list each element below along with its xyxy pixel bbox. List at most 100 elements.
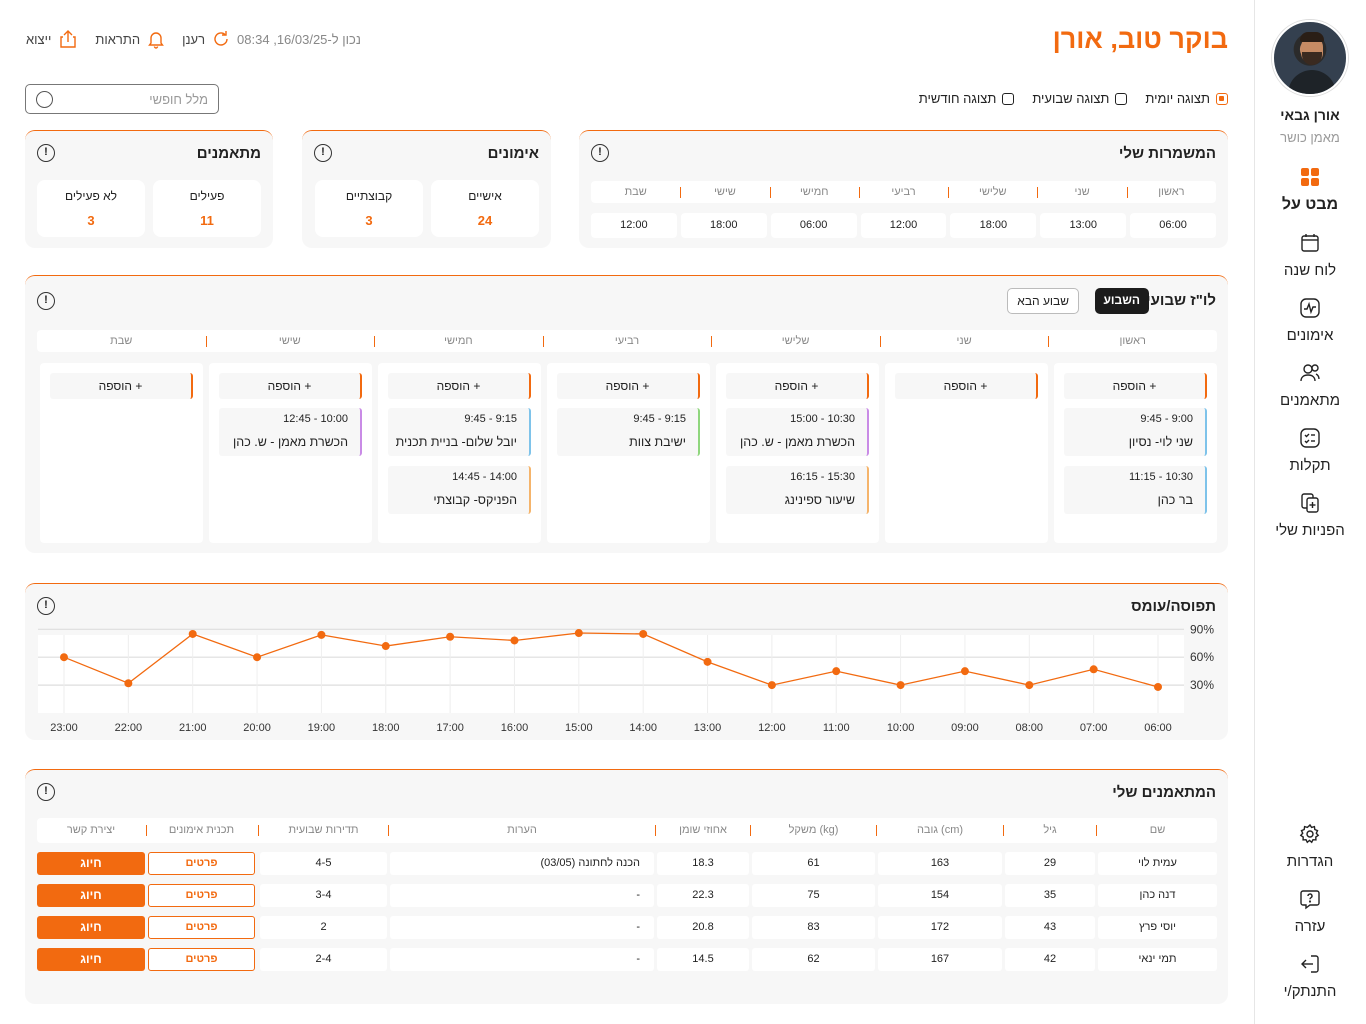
y-tick-label: 60% (1190, 650, 1214, 664)
schedule-event[interactable]: 15:30 - 16:15 שיעור ספינינג (726, 466, 869, 514)
shifts-days-header: ראשון שני שלישי רביעי חמישי שישי שבת (591, 181, 1216, 203)
column-separator (1003, 825, 1004, 836)
schedule-event[interactable]: 9:15 - 9:45 יובל שלום- בניית תכנית (388, 408, 531, 456)
add-event-button[interactable]: + הוספה (557, 373, 700, 399)
export-icon[interactable] (57, 28, 79, 50)
data-point (574, 629, 583, 638)
stat-value: 24 (477, 213, 493, 228)
monthly-checkbox[interactable] (1002, 92, 1015, 105)
add-event-button[interactable]: + הוספה (219, 373, 362, 399)
add-event-button[interactable]: + הוספה (895, 373, 1038, 399)
column-header: גובה (cm) (916, 824, 964, 836)
data-point (896, 681, 905, 690)
stat-personal[interactable]: אישיים 24 (431, 180, 539, 237)
nav-item-help[interactable]: עזרה (1254, 888, 1366, 935)
schedule-event[interactable]: 9:00 - 9:45 שני לוי- נסיון (1064, 408, 1207, 456)
avatar[interactable] (1272, 20, 1348, 96)
info-icon[interactable]: ! (591, 144, 609, 162)
add-event-button[interactable]: + הוספה (726, 373, 869, 399)
event-name: הכשרת מאמן - ש. כהן (233, 435, 348, 449)
nav-item-trainees[interactable]: מתאמנים (1254, 362, 1366, 409)
stat-group[interactable]: קבוצתיים 3 (315, 180, 423, 237)
shift-time[interactable]: 06:00 (770, 213, 857, 238)
view-daily[interactable]: תצוגה יומית (1145, 91, 1228, 106)
schedule-day-column: + הוספה 10:30 - 15:00 הכשרת מאמן - ש. כהן 1… (716, 363, 879, 543)
plot-area (38, 635, 1184, 713)
nav-item-dashboard[interactable]: מבט על (1254, 166, 1366, 214)
nav-item-calendar[interactable]: לוח שנה (1254, 232, 1366, 279)
shift-time[interactable]: 06:00 (1130, 213, 1216, 238)
shift-time[interactable]: 18:00 (950, 213, 1037, 238)
x-tick-label: 19:00 (308, 722, 336, 734)
x-tick-label: 07:00 (1080, 722, 1108, 734)
data-point (510, 636, 519, 645)
nav-label: הגדרות (1286, 853, 1334, 870)
day-label: ראשון (1126, 181, 1216, 203)
schedule-event[interactable]: 14:00 - 14:45 הפניקס- קבוצתי (388, 466, 531, 514)
schedule-event[interactable]: 9:15 - 9:45 ישיבת צוות (557, 408, 700, 456)
column-header: אחוזי שומן (679, 824, 727, 836)
alerts-button[interactable]: התראות (95, 32, 140, 47)
export-button[interactable]: ייצוא (26, 32, 51, 47)
nav-item-workouts[interactable]: אימונים (1254, 297, 1366, 344)
view-monthly[interactable]: תצוגה חודשית (919, 91, 1015, 106)
shifts-title: המשמרות שלי (1118, 145, 1216, 162)
info-icon[interactable]: ! (314, 144, 332, 162)
occupancy-title: תפוסה/עומס (1131, 598, 1216, 615)
stat-inactive[interactable]: לא פעילים 3 (37, 180, 145, 237)
day-label: שבת (624, 186, 647, 198)
nav-item-issues[interactable]: תקלות (1254, 427, 1366, 474)
schedule-day-column: + הוספה (885, 363, 1048, 543)
day-label: רביעי (858, 181, 948, 203)
search-input[interactable]: מלל חופשי (25, 84, 219, 114)
info-icon[interactable]: ! (37, 783, 55, 801)
view-weekly[interactable]: תצוגה שבועית (1032, 91, 1128, 106)
page-title: בוקר טוב, אורן (1052, 24, 1228, 54)
top-toolbar: נכון ל-16/03/25, 08:34 רענן התראות ייצוא (26, 28, 361, 50)
shift-time[interactable]: 12:00 (590, 213, 677, 238)
shifts-card: המשמרות שלי ! ראשון שני שלישי רביעי חמיש… (579, 130, 1228, 248)
weekly-checkbox[interactable] (1115, 92, 1128, 105)
day-label: חמישי (374, 330, 543, 352)
column-header: תדירות שבועית (288, 824, 359, 836)
nav-item-referrals[interactable]: הפניות שלי (1254, 492, 1366, 539)
daily-checkbox[interactable] (1216, 92, 1228, 105)
x-tick-label: 14:00 (629, 722, 657, 734)
add-event-button[interactable]: + הוספה (388, 373, 531, 399)
nav-label: מבט על (1281, 196, 1339, 213)
add-event-button[interactable]: + הוספה (1064, 373, 1207, 399)
column-header: תכנית אימונים (168, 824, 235, 836)
event-name: הכשרת מאמן - ש. כהן (740, 435, 855, 449)
schedule-event[interactable]: 10:30 - 15:00 הכשרת מאמן - ש. כהן (726, 408, 869, 456)
day-label: שבת (110, 335, 133, 347)
this-week-button[interactable]: השבוע (1094, 288, 1149, 314)
data-point (832, 667, 841, 676)
schedule-day-column: + הוספה (40, 363, 203, 543)
shift-time[interactable]: 13:00 (1040, 213, 1127, 238)
info-icon[interactable]: ! (37, 144, 55, 162)
event-name: הפניקס- קבוצתי (433, 493, 517, 507)
event-name: בר כהן (1157, 493, 1193, 507)
data-point (381, 642, 390, 651)
x-tick-label: 23:00 (50, 722, 78, 734)
info-icon[interactable]: ! (37, 597, 55, 615)
x-tick-label: 13:00 (694, 722, 722, 734)
info-icon[interactable]: ! (37, 292, 55, 310)
stat-active[interactable]: פעילים 11 (153, 180, 261, 237)
x-tick-label: 06:00 (1144, 722, 1172, 734)
nav-item-logout[interactable]: התנתק/י (1254, 953, 1366, 1000)
event-time: 9:15 - 9:45 (633, 413, 686, 425)
shift-time[interactable]: 12:00 (860, 213, 947, 238)
next-week-button[interactable]: שבוע הבא (1007, 288, 1079, 314)
data-point (60, 653, 68, 662)
bell-icon[interactable] (146, 29, 166, 49)
shift-time[interactable]: 18:00 (680, 213, 767, 238)
schedule-day-column: + הוספה 9:00 - 9:45 שני לוי- נסיון 10:30 - … (1054, 363, 1217, 543)
refresh-button[interactable]: רענן (182, 32, 205, 47)
day-label: רביעי (542, 330, 712, 352)
schedule-event[interactable]: 10:30 - 11:15 בר כהן (1064, 466, 1207, 514)
nav-item-settings[interactable]: הגדרות (1254, 823, 1366, 870)
add-event-button[interactable]: + הוספה (50, 373, 193, 399)
schedule-event[interactable]: 10:00 - 12:45 הכשרת מאמן - ש. כהן (219, 408, 362, 456)
refresh-icon[interactable] (211, 29, 231, 49)
